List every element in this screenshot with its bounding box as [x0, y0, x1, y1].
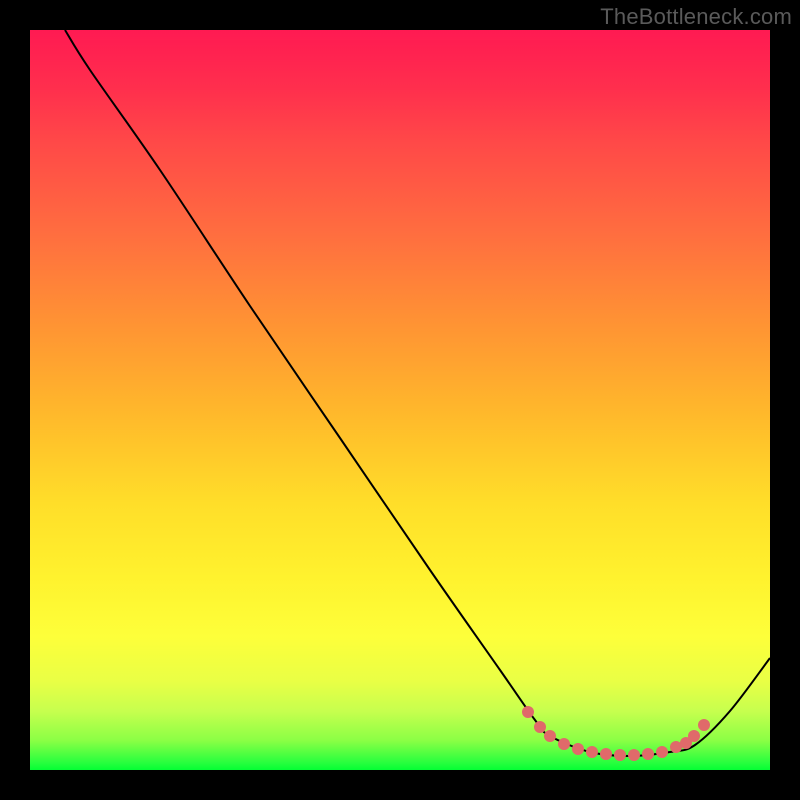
highlight-dot: [534, 721, 546, 733]
chart-frame: [30, 30, 770, 770]
bottleneck-curve: [65, 30, 770, 756]
chart-svg: [30, 30, 770, 770]
highlight-dot: [586, 746, 598, 758]
highlight-dot: [688, 730, 700, 742]
highlight-dot: [656, 746, 668, 758]
highlight-dot: [572, 743, 584, 755]
highlight-dot: [600, 748, 612, 760]
highlight-dot: [544, 730, 556, 742]
highlight-dot: [522, 706, 534, 718]
highlight-dot-group: [522, 706, 710, 761]
highlight-dot: [614, 749, 626, 761]
highlight-dot: [628, 749, 640, 761]
watermark-text: TheBottleneck.com: [600, 4, 792, 30]
highlight-dot: [698, 719, 710, 731]
highlight-dot: [558, 738, 570, 750]
highlight-dot: [642, 748, 654, 760]
